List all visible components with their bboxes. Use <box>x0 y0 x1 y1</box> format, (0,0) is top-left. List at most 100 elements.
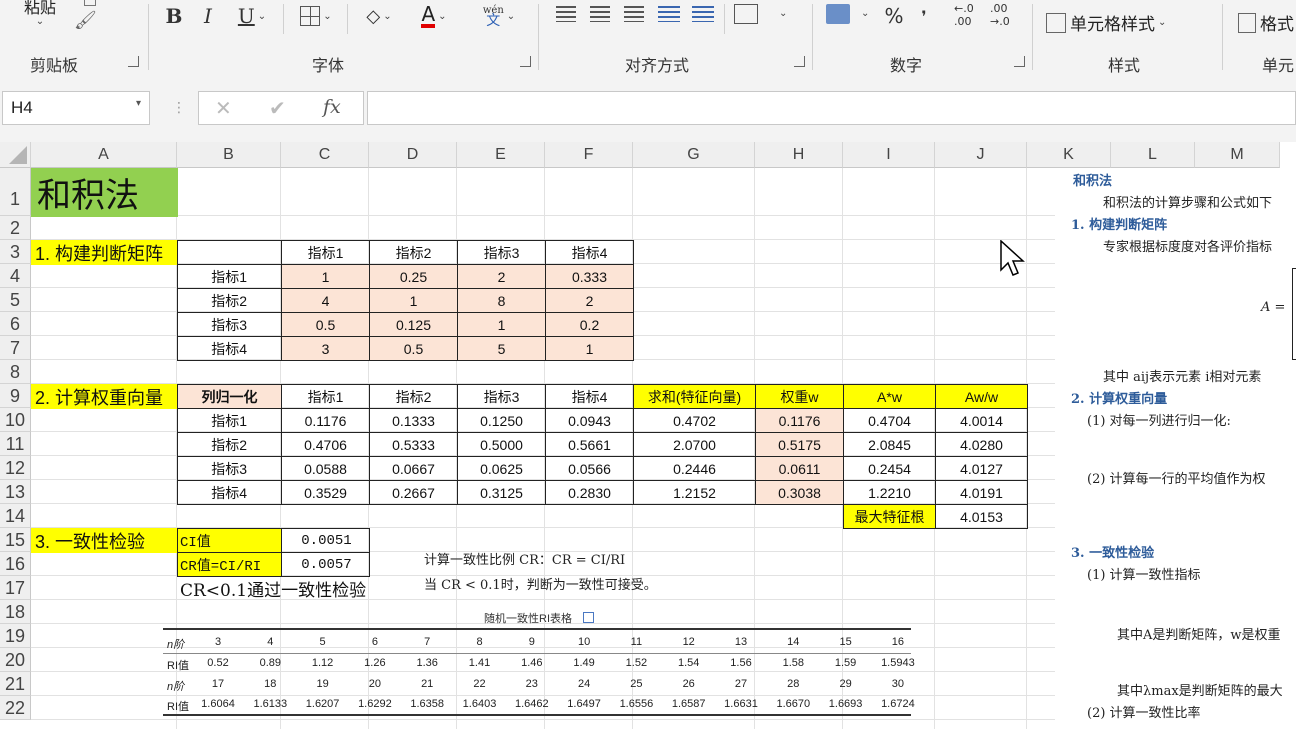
row-header-10[interactable]: 10 <box>0 408 31 432</box>
weight-cell[interactable]: 0.1176 <box>755 408 844 433</box>
font-color-button[interactable]: A ⌄ <box>410 2 458 30</box>
more-options-icon[interactable]: ⋮ <box>172 100 186 116</box>
select-all-corner[interactable] <box>0 142 31 168</box>
normalized-value-cell[interactable]: 0.1176 <box>281 408 370 433</box>
aw-over-w-cell[interactable]: 4.0191 <box>935 480 1028 505</box>
section-2-label[interactable]: 2. 计算权重向量 <box>31 384 178 409</box>
aw-cell[interactable]: 1.2210 <box>843 480 936 505</box>
copy-icon[interactable] <box>583 612 595 623</box>
cell-style-button[interactable]: 单元格样式 ⌄ <box>1046 10 1166 35</box>
column-header-b[interactable]: B <box>177 142 281 168</box>
merge-cells-icon[interactable] <box>734 4 758 24</box>
normalize-row-label[interactable]: 指标4 <box>177 480 282 505</box>
column-header-f[interactable]: F <box>545 142 633 168</box>
result-column-header[interactable]: Aw/w <box>935 384 1028 409</box>
italic-button[interactable]: I <box>196 2 220 30</box>
matrix-header-cell[interactable]: 指标1 <box>281 240 370 265</box>
row-header-18[interactable]: 18 <box>0 600 31 624</box>
normalized-value-cell[interactable]: 0.0943 <box>545 408 634 433</box>
cr-label-cell[interactable]: CR值=CI/RI <box>177 552 282 577</box>
row-header-4[interactable]: 4 <box>0 264 31 288</box>
column-header-g[interactable]: G <box>633 142 755 168</box>
matrix-value-cell[interactable]: 5 <box>457 336 546 361</box>
matrix-value-cell[interactable]: 3 <box>281 336 370 361</box>
cancel-icon[interactable]: ✕ <box>215 96 232 120</box>
weight-cell[interactable]: 0.5175 <box>755 432 844 457</box>
row-header-11[interactable]: 11 <box>0 432 31 456</box>
matrix-corner-cell[interactable] <box>177 240 282 265</box>
row-header-3[interactable]: 3 <box>0 240 31 264</box>
matrix-value-cell[interactable]: 2 <box>545 288 634 313</box>
cr-value-cell[interactable]: 0.0057 <box>281 552 370 577</box>
max-eigen-label[interactable]: 最大特征根 <box>843 504 936 529</box>
section-1-label[interactable]: 1. 构建判断矩阵 <box>31 240 178 265</box>
copy-icon[interactable] <box>84 0 96 6</box>
weight-cell[interactable]: 0.3038 <box>755 480 844 505</box>
matrix-row-label[interactable]: 指标4 <box>177 336 282 361</box>
row-header-19[interactable]: 19 <box>0 624 31 648</box>
aw-cell[interactable]: 0.4704 <box>843 408 936 433</box>
underline-button[interactable]: U ⌄ <box>230 2 274 30</box>
row-header-8[interactable]: 8 <box>0 360 31 384</box>
matrix-value-cell[interactable]: 1 <box>545 336 634 361</box>
clipboard-launcher-icon[interactable] <box>128 56 139 67</box>
matrix-value-cell[interactable]: 0.333 <box>545 264 634 289</box>
normalize-column-header[interactable]: 指标1 <box>281 384 370 409</box>
column-header-j[interactable]: J <box>935 142 1027 168</box>
normalized-value-cell[interactable]: 0.0588 <box>281 456 370 481</box>
matrix-value-cell[interactable]: 1 <box>369 288 458 313</box>
row-header-5[interactable]: 5 <box>0 288 31 312</box>
column-header-h[interactable]: H <box>755 142 843 168</box>
column-header-a[interactable]: A <box>31 142 177 168</box>
aw-over-w-cell[interactable]: 4.0014 <box>935 408 1028 433</box>
increase-indent-icon[interactable] <box>692 6 714 22</box>
normalize-column-header[interactable]: 指标4 <box>545 384 634 409</box>
matrix-value-cell[interactable]: 0.25 <box>369 264 458 289</box>
matrix-value-cell[interactable]: 1 <box>457 312 546 337</box>
matrix-value-cell[interactable]: 0.5 <box>281 312 370 337</box>
increase-decimal-button[interactable]: ←.0 .00 <box>954 2 990 28</box>
normalized-value-cell[interactable]: 0.3529 <box>281 480 370 505</box>
eigen-sum-cell[interactable]: 2.0700 <box>633 432 756 457</box>
align-launcher-icon[interactable] <box>794 56 805 67</box>
normalized-value-cell[interactable]: 0.5000 <box>457 432 546 457</box>
normalized-value-cell[interactable]: 0.1250 <box>457 408 546 433</box>
matrix-value-cell[interactable]: 0.125 <box>369 312 458 337</box>
matrix-header-cell[interactable]: 指标3 <box>457 240 546 265</box>
format-painter-icon[interactable]: 🖌 <box>74 10 98 34</box>
confirm-icon[interactable]: ✔ <box>269 96 286 120</box>
column-header-e[interactable]: E <box>457 142 545 168</box>
row-header-15[interactable]: 15 <box>0 528 31 552</box>
row-header-13[interactable]: 13 <box>0 480 31 504</box>
fx-icon[interactable]: fx <box>323 96 341 118</box>
font-launcher-icon[interactable] <box>520 56 531 67</box>
percent-button[interactable]: % <box>880 2 908 30</box>
align-left-icon[interactable] <box>556 6 576 22</box>
normalized-value-cell[interactable]: 0.2830 <box>545 480 634 505</box>
matrix-header-cell[interactable]: 指标4 <box>545 240 634 265</box>
normalize-row-label[interactable]: 指标1 <box>177 408 282 433</box>
row-header-6[interactable]: 6 <box>0 312 31 336</box>
number-format-icon[interactable] <box>826 4 850 24</box>
normalized-value-cell[interactable]: 0.3125 <box>457 480 546 505</box>
weight-cell[interactable]: 0.0611 <box>755 456 844 481</box>
matrix-value-cell[interactable]: 2 <box>457 264 546 289</box>
matrix-row-label[interactable]: 指标2 <box>177 288 282 313</box>
bold-button[interactable]: B <box>162 2 186 30</box>
row-header-21[interactable]: 21 <box>0 672 31 696</box>
row-header-1[interactable]: 1 <box>0 168 31 216</box>
column-header-d[interactable]: D <box>369 142 457 168</box>
max-eigen-value[interactable]: 4.0153 <box>935 504 1028 529</box>
result-column-header[interactable]: A*w <box>843 384 936 409</box>
align-center-icon[interactable] <box>590 6 610 22</box>
chevron-down-icon[interactable]: ⌄ <box>861 8 869 19</box>
result-column-header[interactable]: 求和(特征向量) <box>633 384 756 409</box>
normalized-value-cell[interactable]: 0.0625 <box>457 456 546 481</box>
normalized-value-cell[interactable]: 0.5661 <box>545 432 634 457</box>
decrease-indent-icon[interactable] <box>658 6 680 22</box>
matrix-value-cell[interactable]: 8 <box>457 288 546 313</box>
row-header-9[interactable]: 9 <box>0 384 31 408</box>
normalize-row-label[interactable]: 指标3 <box>177 456 282 481</box>
normalized-value-cell[interactable]: 0.0566 <box>545 456 634 481</box>
matrix-value-cell[interactable]: 4 <box>281 288 370 313</box>
